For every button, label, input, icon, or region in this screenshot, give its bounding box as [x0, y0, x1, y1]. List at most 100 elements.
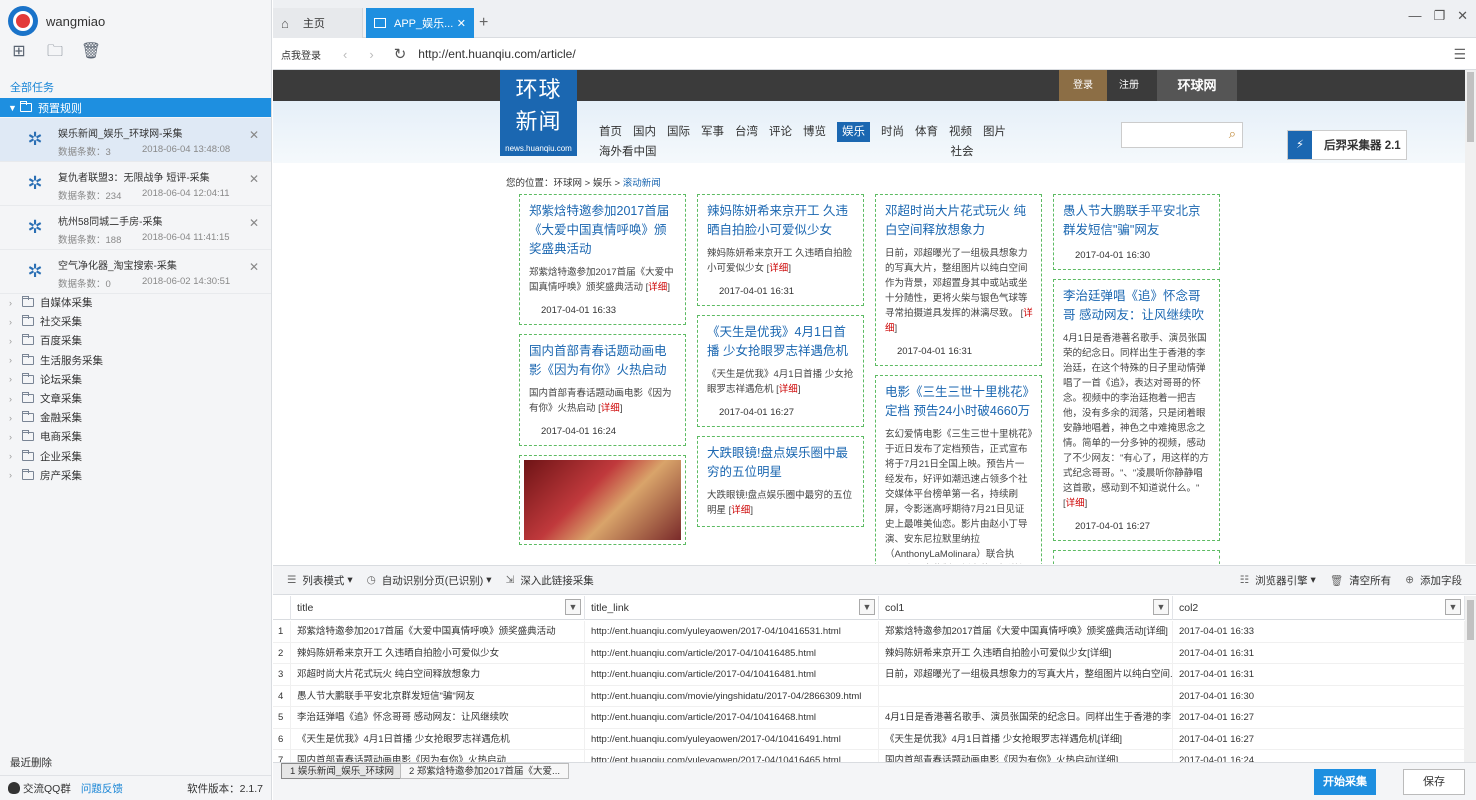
more-link[interactable]: 详细 — [779, 384, 798, 395]
add-field-button[interactable]: ⊕ 添加字段 — [1405, 573, 1462, 588]
scrollbar-thumb[interactable] — [1467, 600, 1474, 640]
page-tab[interactable]: 1 娱乐新闻_娱乐_环球网 — [281, 763, 403, 779]
site-nav-item[interactable]: 国内 — [633, 122, 656, 142]
more-link[interactable]: 详细 — [731, 505, 750, 516]
table-row[interactable]: 3 邓超时尚大片花式玩火 纯白空间释放想象力 http://ent.huanqiu.… — [273, 664, 1465, 686]
table-row[interactable]: 5 李治廷弹唱《追》怀念哥哥 感动网友：让风继续吹 http://ent.huanq… — [273, 707, 1465, 729]
trash-icon[interactable]: 🗑 — [80, 42, 102, 62]
category-item[interactable]: › 房产采集 — [0, 466, 271, 485]
recent-delete-link[interactable]: 最近删除 — [10, 755, 52, 770]
tab-app[interactable]: APP_娱乐... ✕ — [366, 8, 474, 38]
chevron-down-icon[interactable]: ▼ — [859, 599, 875, 615]
tree-item-preset-rules[interactable]: ▼ 预置规则 — [0, 98, 271, 117]
category-item[interactable]: › 论坛采集 — [0, 370, 271, 389]
site-nav-item[interactable]: 时尚 — [881, 122, 904, 142]
site-nav-item[interactable]: 国际 — [667, 122, 690, 142]
feedback-link[interactable]: 问题反馈 — [81, 781, 123, 796]
table-row[interactable]: 2 辣妈陈妍希来京开工 久违晒自拍脸小可爱似少女 http://ent.huanqi… — [273, 642, 1465, 664]
site-top-logo[interactable]: 环球网 — [1157, 70, 1237, 101]
news-title[interactable]: 李治廷弹唱《追》怀念哥哥 感动网友：让风继续吹 — [1063, 287, 1211, 325]
chevron-down-icon[interactable]: ▼ — [1153, 599, 1169, 615]
news-title[interactable]: 电影《三生三世十里桃花》定档 预告24小时破4660万 — [885, 383, 1033, 421]
close-icon[interactable]: ✕ — [249, 216, 259, 230]
site-nav-item[interactable]: 台湾 — [735, 122, 758, 142]
site-nav-item[interactable]: 社会 — [951, 142, 974, 162]
category-item[interactable]: › 百度采集 — [0, 331, 271, 350]
news-title[interactable]: 《天生是优我》4月1日首播 少女抢眼罗志祥遇危机 — [707, 323, 855, 361]
table-row[interactable]: 7 国内首部青春话题动画电影《因为有你》火热启动 http://ent.huanqi… — [273, 750, 1465, 762]
site-logo[interactable]: 环球 新闻 news.huanqiu.com — [500, 70, 577, 156]
forward-icon[interactable]: › — [369, 47, 373, 62]
category-item[interactable]: › 企业采集 — [0, 447, 271, 466]
news-title[interactable]: 国内首部青春话题动画电影《因为有你》火热启动 — [529, 342, 677, 380]
save-button[interactable]: 保存 — [1403, 769, 1465, 795]
menu-icon[interactable]: ☰ — [1453, 46, 1466, 63]
table-row[interactable]: 4 愚人节大鹏联手平安北京群发短信"骗"网友 http://ent.huanqiu.… — [273, 685, 1465, 707]
breadcrumb-item[interactable]: 环球网 — [554, 178, 583, 189]
column-header[interactable]: col2 ▼ — [1173, 596, 1465, 620]
category-item[interactable]: › 自媒体采集 — [0, 293, 271, 312]
tab-home[interactable]: ⌂ 主页 — [273, 8, 363, 38]
task-item[interactable]: ✲ 空气净化器_淘宝搜索-采集 数据条数：0 2018-06-02 14:30:… — [0, 250, 271, 294]
news-title[interactable]: 邓超时尚大片花式玩火 纯白空间释放想象力 — [885, 202, 1033, 240]
chevron-down-icon[interactable]: ▼ — [565, 599, 581, 615]
browser-engine-dropdown[interactable]: ☷ 浏览器引擎 ▾ — [1240, 573, 1316, 588]
column-header[interactable]: title_link ▼ — [585, 596, 879, 620]
start-collect-button[interactable]: 开始采集 — [1314, 769, 1376, 795]
close-icon[interactable]: ✕ — [249, 260, 259, 274]
restore-icon[interactable]: ❐ — [1433, 8, 1445, 24]
site-nav-item-active[interactable]: 娱乐 — [837, 122, 870, 142]
close-icon[interactable]: ✕ — [457, 17, 466, 30]
minimize-icon[interactable]: — — [1408, 8, 1421, 24]
breadcrumb-item[interactable]: 娱乐 — [593, 178, 612, 189]
more-link[interactable]: 详细 — [648, 282, 667, 293]
site-nav-item[interactable]: 视频 — [949, 122, 972, 142]
task-item[interactable]: ✲ 娱乐新闻_娱乐_环球网-采集 数据条数：3 2018-06-04 13:48… — [0, 118, 271, 162]
scrollbar-thumb[interactable] — [1467, 72, 1474, 142]
viewport-scrollbar[interactable] — [1465, 70, 1476, 564]
news-image[interactable] — [524, 460, 681, 540]
auto-page-dropdown[interactable]: ◷ 自动识别分页(已识别) ▾ — [367, 573, 492, 588]
chevron-down-icon[interactable]: ▼ — [1445, 599, 1461, 615]
close-icon[interactable]: ✕ — [249, 172, 259, 186]
new-folder-icon[interactable]: 🗀 — [44, 42, 66, 62]
site-nav-item[interactable]: 海外看中国 — [599, 142, 657, 162]
breadcrumb-current[interactable]: 滚动新闻 — [623, 178, 661, 189]
more-link[interactable]: 详细 — [601, 403, 620, 414]
page-tab[interactable]: 2 郑紫焓特邀参加2017首届《大爱... — [400, 763, 569, 779]
site-nav-item[interactable]: 评论 — [769, 122, 792, 142]
category-item[interactable]: › 社交采集 — [0, 312, 271, 331]
all-tasks-link[interactable]: 全部任务 — [10, 79, 54, 95]
news-title[interactable]: 愚人节大鹏联手平安北京群发短信"骗"网友 — [1063, 202, 1211, 240]
user-info[interactable]: wangmiao — [8, 6, 105, 36]
login-link[interactable]: 点我登录 — [281, 47, 321, 62]
news-title[interactable]: 辣妈陈妍希来京开工 久违晒自拍脸小可爱似少女 — [707, 202, 855, 240]
qq-group-link[interactable]: 交流QQ群 — [23, 781, 71, 796]
close-icon[interactable]: ✕ — [249, 128, 259, 142]
site-register-link[interactable]: 注册 — [1119, 70, 1139, 101]
site-search-input[interactable]: ⌕ — [1121, 122, 1243, 148]
site-nav-item[interactable]: 首页 — [599, 122, 622, 142]
news-title[interactable]: 大跌眼镜!盘点娱乐圈中最穷的五位明星 — [707, 444, 855, 482]
task-item[interactable]: ✲ 复仇者联盟3：无限战争 短评-采集 数据条数：234 2018-06-04 … — [0, 162, 271, 206]
site-nav-item[interactable]: 图片 — [983, 122, 1006, 142]
table-row[interactable]: 6 《天生是优我》4月1日首播 少女抢眼罗志祥遇危机 http://ent.huan… — [273, 728, 1465, 750]
back-icon[interactable]: ‹ — [343, 47, 347, 62]
reload-icon[interactable]: ↻ — [394, 45, 407, 63]
news-title[interactable]: 郑紫焓特邀参加2017首届《大爱中国真情呼唤》颁奖盛典活动 — [529, 202, 677, 259]
deep-link-button[interactable]: ⇲ 深入此链接采集 — [506, 573, 594, 588]
category-item[interactable]: › 电商采集 — [0, 427, 271, 446]
list-mode-dropdown[interactable]: ☰ 列表模式 ▾ — [287, 573, 353, 588]
add-tab-icon[interactable]: + — [479, 14, 488, 32]
new-task-icon[interactable]: ⊞ — [8, 42, 30, 62]
more-link[interactable]: 详细 — [1066, 498, 1085, 509]
site-nav-item[interactable]: 军事 — [701, 122, 724, 142]
category-item[interactable]: › 生活服务采集 — [0, 351, 271, 370]
more-link[interactable]: 详细 — [769, 263, 788, 274]
category-item[interactable]: › 金融采集 — [0, 408, 271, 427]
houyi-badge[interactable]: ⚡ 后羿采集器 2.1 — [1287, 130, 1407, 160]
web-viewport[interactable]: 登录 注册 环球网 环球 新闻 news.huanqiu.com 首页 国内 国… — [273, 70, 1465, 564]
task-item[interactable]: ✲ 杭州58同城二手房-采集 数据条数：188 2018-06-04 11:41… — [0, 206, 271, 250]
clear-all-button[interactable]: 🗑 清空所有 — [1330, 573, 1391, 588]
column-header[interactable]: title ▼ — [291, 596, 585, 620]
